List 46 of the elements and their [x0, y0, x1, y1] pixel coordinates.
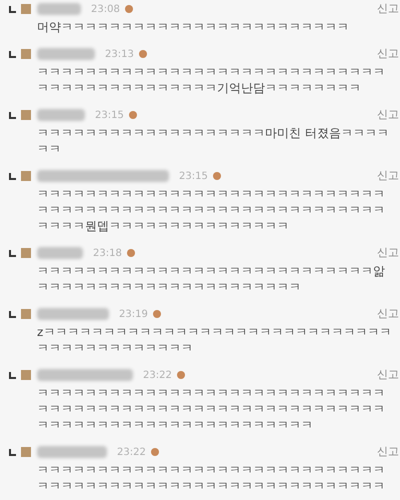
comment-time: 23:08	[91, 2, 120, 16]
comment-time: 23:19	[119, 308, 148, 322]
avatar	[21, 248, 31, 258]
blurred-username	[37, 247, 83, 259]
report-link[interactable]: 신고	[377, 168, 399, 184]
comment-text: ㅋㅋㅋㅋㅋㅋㅋㅋㅋㅋㅋㅋㅋㅋㅋㅋㅋㅋㅋㅋㅋㅋㅋㅋㅋㅋㅋㅋㅋㅋㅋㅋㅋㅋㅋㅋㅋㅋㅋㅋㅋㅋㅋㅋㅋㅋㅋㅋㅋㅋㅋㅋㅋㅋㅋㅋㅋㅋㅋㅋㅋㅋ뭔뎁ㅋㅋㅋㅋㅋㅋㅋㅋㅋㅋㅋㅋㅋㅋㅋ	[37, 186, 386, 234]
level-badge-icon	[126, 249, 135, 257]
comment-text: ㅋㅋㅋㅋㅋㅋㅋㅋㅋㅋㅋㅋㅋㅋㅋㅋㅋㅋㅋㅋㅋㅋㅋㅋㅋㅋㅋㅋㅋㅋㅋㅋㅋㅋㅋㅋㅋㅋㅋㅋㅋㅋㅋㅋ기억난담ㅋㅋㅋㅋㅋㅋㅋㅋ	[37, 64, 386, 96]
comment-text: ㅋㅋㅋㅋㅋㅋㅋㅋㅋㅋㅋㅋㅋㅋㅋㅋㅋㅋㅋㅋㅋㅋㅋㅋㅋㅋㅋㅋㅋㅋㅋㅋㅋㅋㅋㅋㅋㅋㅋㅋㅋㅋㅋㅋㅋㅋㅋㅋㅋㅋㅋㅋㅋㅋㅋㅋㅋㅋ	[37, 462, 386, 494]
comment-time: 23:18	[93, 246, 122, 260]
avatar	[21, 370, 31, 380]
report-link[interactable]: 신고	[377, 106, 399, 124]
report-link[interactable]: 신고	[377, 306, 399, 322]
report-link[interactable]: 신고	[377, 46, 399, 62]
level-badge-icon	[138, 50, 147, 58]
avatar	[21, 171, 31, 181]
comment-text: zㅋㅋㅋㅋㅋㅋㅋㅋㅋㅋㅋㅋㅋㅋㅋㅋㅋㅋㅋㅋㅋㅋㅋㅋㅋㅋㅋㅋㅋㅋㅋㅋㅋㅋㅋㅋㅋㅋㅋㅋㅋㅋ	[37, 324, 392, 356]
level-badge-icon	[212, 172, 221, 180]
avatar	[21, 49, 31, 59]
blurred-username	[37, 446, 107, 458]
level-badge-icon	[150, 448, 159, 456]
level-badge-icon	[124, 5, 133, 13]
comment-text: ㅋㅋㅋㅋㅋㅋㅋㅋㅋㅋㅋㅋㅋㅋㅋㅋㅋㅋㅋㅋㅋㅋㅋㅋㅋㅋㅋㅋㅋㅋㅋㅋㅋㅋㅋㅋㅋㅋㅋㅋㅋㅋㅋㅋㅋㅋㅋㅋㅋㅋㅋㅋㅋㅋㅋㅋㅋㅋㅋㅋㅋㅋㅋㅋㅋㅋㅋㅋㅋㅋㅋㅋㅋㅋㅋㅋㅋㅋㅋㅋㅋ	[37, 385, 386, 433]
level-badge-icon	[128, 111, 137, 119]
blurred-username	[37, 48, 95, 60]
blurred-username	[37, 3, 81, 15]
avatar	[21, 110, 31, 120]
avatar	[21, 4, 31, 14]
report-link[interactable]: 신고	[377, 444, 399, 460]
report-link[interactable]: 신고	[377, 0, 399, 18]
avatar	[21, 309, 31, 319]
comment-text: ㅋㅋㅋㅋㅋㅋㅋㅋㅋㅋㅋㅋㅋㅋㅋㅋㅋㅋㅋㅋㅋㅋㅋㅋㅋㅋㅋㅋ앎ㅋㅋㅋㅋㅋㅋㅋㅋㅋㅋㅋㅋㅋㅋㅋㅋㅋㅋㅋㅋㅋㅋ	[37, 263, 386, 295]
level-badge-icon	[152, 310, 161, 318]
comment-time: 23:15	[179, 170, 208, 184]
blurred-username	[37, 109, 85, 121]
report-link[interactable]: 신고	[377, 366, 399, 384]
report-link[interactable]: 신고	[377, 244, 399, 262]
comment-time: 23:13	[105, 48, 134, 62]
comment-time: 23:22	[117, 446, 146, 460]
blurred-username	[37, 308, 109, 320]
avatar	[21, 447, 31, 457]
comment-time: 23:15	[95, 108, 124, 122]
comment-text: 머약ㅋㅋㅋㅋㅋㅋㅋㅋㅋㅋㅋㅋㅋㅋㅋㅋㅋㅋㅋㅋㅋㅋㅋㅋ	[37, 19, 350, 35]
comment-time: 23:22	[143, 368, 172, 382]
level-badge-icon	[176, 371, 185, 379]
comment-text: ㅋㅋㅋㅋㅋㅋㅋㅋㅋㅋㅋㅋㅋㅋㅋㅋㅋㅋㅋ마미친 터졌음ㅋㅋㅋㅋㅋㅋ	[37, 125, 390, 157]
